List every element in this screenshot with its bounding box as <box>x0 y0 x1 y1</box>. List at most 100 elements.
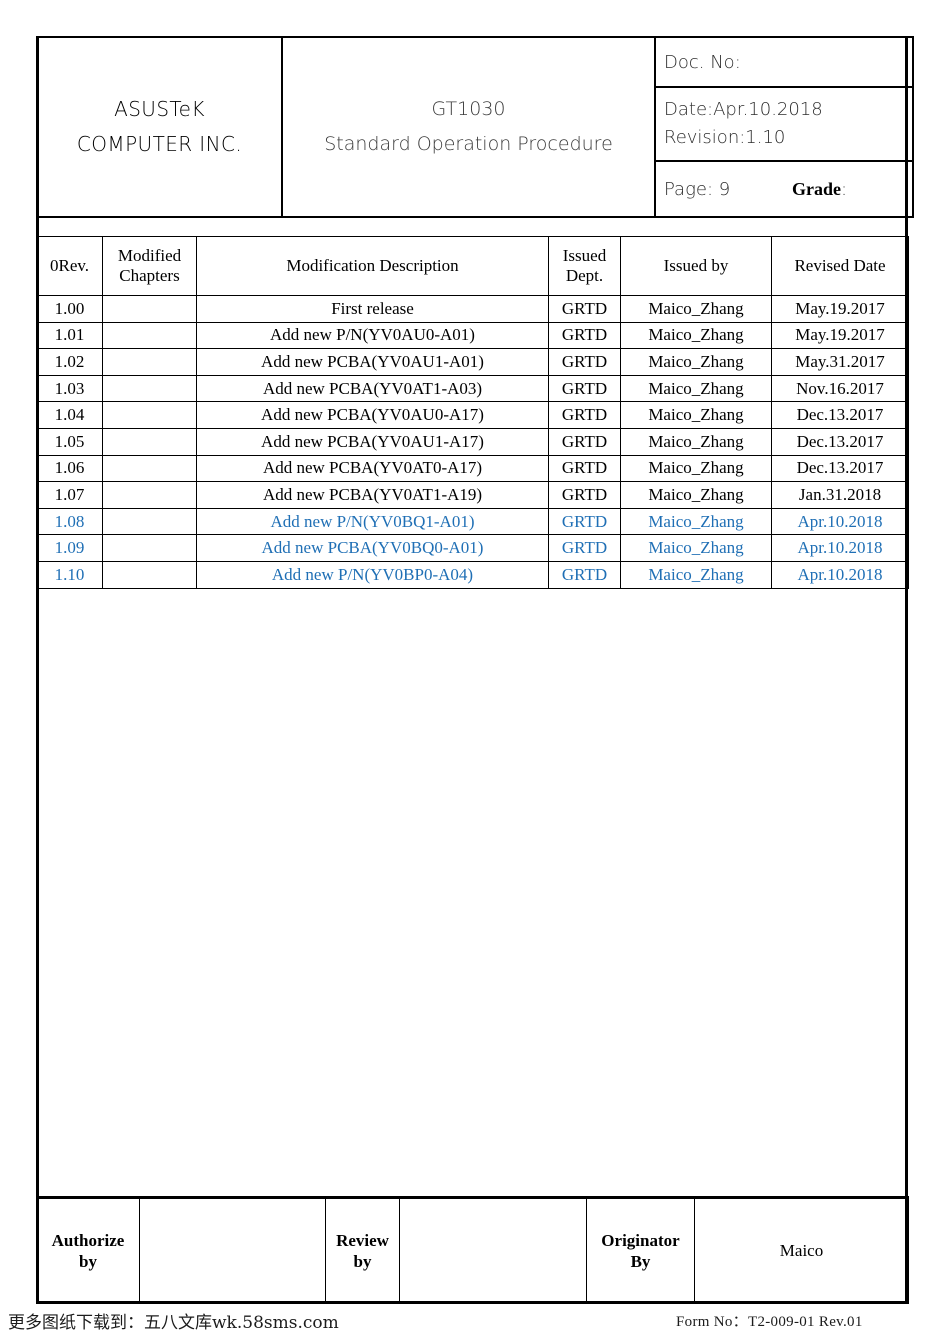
originator-by-value[interactable]: Maico <box>694 1196 909 1304</box>
col-header-rev-line1: 0Rev. <box>49 255 90 275</box>
originator-by-label-line2: By <box>630 1252 651 1271</box>
cell-revised-date: Dec.13.2017 <box>771 401 909 429</box>
originator-by-label: Originator By <box>586 1196 695 1304</box>
cell-issued-dept: GRTD <box>548 507 621 536</box>
cell-modified-chapters <box>102 454 197 483</box>
cell-revision: 1.07 <box>36 481 103 509</box>
cell-issued-dept: GRTD <box>548 481 621 509</box>
cell-issued-dept: GRTD <box>548 454 621 483</box>
cell-revised-date: Jan.31.2018 <box>771 481 909 509</box>
revision-history-table: 0Rev. Modified Chapters Modification Des… <box>36 236 909 589</box>
col-header-dept-line1: Issued <box>562 245 607 265</box>
page-footer-caption: 更多图纸下载到：五八文库wk.58sms.com Form No：T2-009-… <box>0 1304 950 1344</box>
document-meta-table: Doc. No: Date:Apr.10.2018 Revision:1.10 … <box>656 38 912 216</box>
cell-revision: 1.04 <box>36 401 103 429</box>
form-number-text: Form No：T2-009-01 Rev.01 <box>676 1314 863 1330</box>
col-header-issued-by: Issued by <box>620 236 772 296</box>
col-header-modification-description: Modification Description <box>196 236 549 296</box>
cell-revised-date: Dec.13.2017 <box>771 427 909 456</box>
cell-modified-chapters <box>102 401 197 429</box>
cell-revised-date: May.31.2017 <box>771 348 909 376</box>
cell-revision: 1.09 <box>36 534 103 562</box>
company-name-line2: COMPUTER INC. <box>76 132 243 156</box>
table-row: 1.03 Add new PCBA(YV0AT1-A03) GRTD Maico_Zh… <box>36 374 909 403</box>
cell-issued-dept: GRTD <box>548 401 621 429</box>
cell-modification-description: Add new PCBA(YV0AT1-A03) <box>196 374 549 403</box>
cell-issued-dept: GRTD <box>548 560 621 589</box>
cell-revised-date: May.19.2017 <box>771 321 909 350</box>
cell-issued-dept: GRTD <box>548 321 621 350</box>
cell-issued-by: Maico_Zhang <box>620 560 772 589</box>
product-model: GT1030 <box>431 97 506 120</box>
cell-modification-description: Add new P/N(YV0BQ1-A01) <box>196 507 549 536</box>
document-page: ASUSTeK COMPUTER INC. GT1030 Standard Op… <box>0 0 950 1344</box>
cell-modified-chapters <box>102 348 197 376</box>
document-title: Standard Operation Procedure <box>324 133 613 155</box>
cell-revision: 1.03 <box>36 374 103 403</box>
doc-no-row: Doc. No: <box>656 38 912 88</box>
cell-modification-description: Add new PCBA(YV0AT0-A17) <box>196 454 549 483</box>
originator-by-label-line1: Originator <box>601 1230 680 1250</box>
watermark-source-text: 更多图纸下载到：五八文库wk.58sms.com <box>8 1313 339 1333</box>
review-by-label: Review by <box>325 1196 400 1304</box>
cell-revised-date: May.19.2017 <box>771 295 909 323</box>
revision-table-head: 0Rev. Modified Chapters Modification Des… <box>36 236 909 296</box>
cell-issued-dept: GRTD <box>548 534 621 562</box>
signature-table: Authorize by Review by Originator By Mai… <box>36 1196 909 1304</box>
grade-colon: : <box>841 178 848 200</box>
col-header-rev: 0Rev. <box>36 236 103 296</box>
review-by-value[interactable] <box>399 1196 587 1304</box>
authorize-by-value[interactable] <box>139 1196 326 1304</box>
cell-issued-by: Maico_Zhang <box>620 321 772 350</box>
cell-revision: 1.00 <box>36 295 103 323</box>
col-header-dept-line2: Dept. <box>565 266 604 285</box>
cell-issued-by: Maico_Zhang <box>620 295 772 323</box>
table-row: 1.07 Add new PCBA(YV0AT1-A19) GRTD Maico_Zh… <box>36 481 909 509</box>
cell-issued-by: Maico_Zhang <box>620 507 772 536</box>
document-title-cell: GT1030 Standard Operation Procedure <box>281 36 656 218</box>
cell-issued-by: Maico_Zhang <box>620 348 772 376</box>
table-row: 1.05 Add new PCBA(YV0AU1-A17) GRTD Maico_Zh… <box>36 427 909 456</box>
cell-modified-chapters <box>102 507 197 536</box>
cell-issued-by: Maico_Zhang <box>620 454 772 483</box>
review-by-label-line2: by <box>353 1252 372 1271</box>
cell-issued-dept: GRTD <box>548 427 621 456</box>
cell-revision: 1.01 <box>36 321 103 350</box>
authorize-by-label-line2: by <box>79 1252 97 1271</box>
table-row: 1.06 Add new PCBA(YV0AT0-A17) GRTD Maico_Zh… <box>36 454 909 483</box>
authorize-by-label-line1: Authorize <box>51 1230 125 1250</box>
document-meta-cell: Doc. No: Date:Apr.10.2018 Revision:1.10 … <box>654 36 914 218</box>
cell-modification-description: Add new PCBA(YV0AU1-A01) <box>196 348 549 376</box>
revision-table-body: 1.00 First release GRTD Maico_Zhang May.19.2… <box>36 295 909 589</box>
cell-revised-date: Apr.10.2018 <box>771 507 909 536</box>
cell-modified-chapters <box>102 321 197 350</box>
cell-modification-description: Add new P/N(YV0BP0-A04) <box>196 560 549 589</box>
cell-revision: 1.02 <box>36 348 103 376</box>
table-row: 1.09 Add new PCBA(YV0BQ0-A01) GRTD Maico_Zh… <box>36 534 909 562</box>
cell-issued-by: Maico_Zhang <box>620 374 772 403</box>
doc-revision: Revision:1.10 <box>664 127 786 148</box>
col-header-revised-date: Revised Date <box>771 236 909 296</box>
document-frame <box>36 36 908 1303</box>
table-row: 1.04 Add new PCBA(YV0AU0-A17) GRTD Maico_Zh… <box>36 401 909 429</box>
cell-issued-dept: GRTD <box>548 348 621 376</box>
table-row: 1.00 First release GRTD Maico_Zhang May.19.2… <box>36 295 909 323</box>
col-header-issuedby-line1: Issued by <box>663 255 729 275</box>
cell-modification-description: Add new PCBA(YV0AU1-A17) <box>196 427 549 456</box>
doc-no-label: Doc. No: <box>664 51 741 73</box>
revision-header-row: 0Rev. Modified Chapters Modification Des… <box>36 236 909 296</box>
cell-issued-by: Maico_Zhang <box>620 401 772 429</box>
table-row: 1.02 Add new PCBA(YV0AU1-A01) GRTD Maico_Zh… <box>36 348 909 376</box>
cell-revised-date: Apr.10.2018 <box>771 560 909 589</box>
authorize-by-label: Authorize by <box>36 1196 140 1304</box>
cell-modification-description: Add new PCBA(YV0AU0-A17) <box>196 401 549 429</box>
doc-date: Date:Apr.10.2018 <box>664 99 823 121</box>
page-number-label: Page: 9 <box>664 178 731 200</box>
cell-modified-chapters <box>102 295 197 323</box>
cell-revision: 1.06 <box>36 454 103 483</box>
col-header-description-line1: Modification Description <box>286 255 459 275</box>
company-name-line1: ASUSTeK <box>114 97 205 121</box>
review-by-label-line1: Review <box>336 1230 389 1250</box>
signature-row: Authorize by Review by Originator By Mai… <box>36 1196 909 1304</box>
cell-modified-chapters <box>102 560 197 589</box>
